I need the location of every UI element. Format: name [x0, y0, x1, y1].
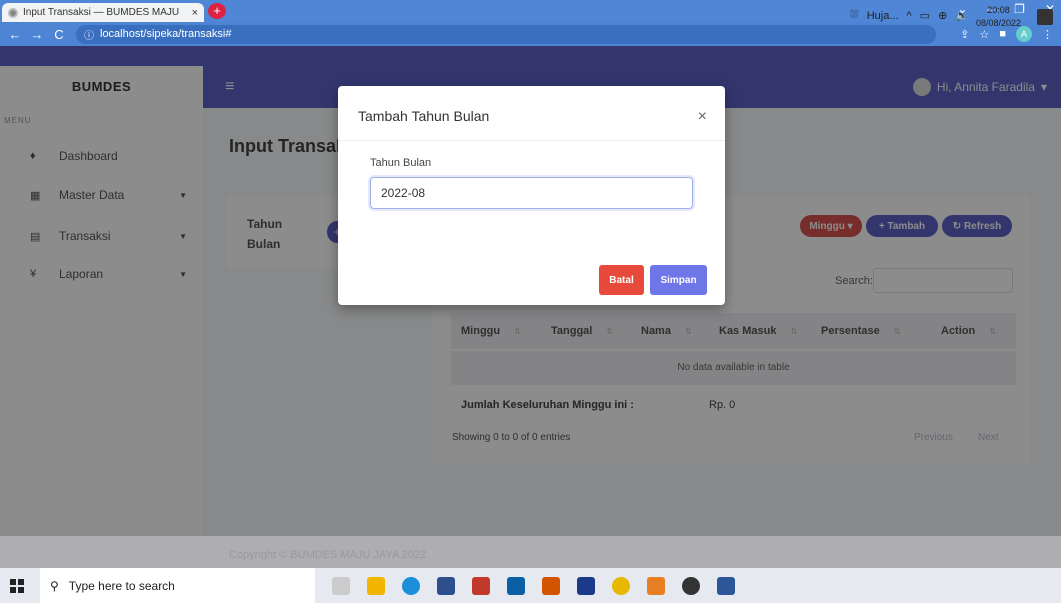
network-icon[interactable]: ⊕: [938, 9, 947, 22]
modal-backdrop-top[interactable]: [0, 46, 1061, 66]
edge-icon[interactable]: [402, 576, 420, 595]
reload-icon[interactable]: C: [52, 27, 66, 42]
address-bar-row: ← → C ⓘ localhost/sipeka/transaksi# ⇪ ☆ …: [0, 22, 1061, 46]
volume-icon[interactable]: 🔈: [955, 9, 969, 22]
tambah-tahun-bulan-modal: Tambah Tahun Bulan × Tahun Bulan 2022-08…: [338, 86, 725, 305]
store-icon[interactable]: [437, 576, 455, 595]
new-tab-button[interactable]: +: [208, 3, 226, 19]
clock-date: 08/08/2022: [975, 18, 1021, 28]
tab-close-icon[interactable]: ×: [192, 7, 198, 19]
close-icon[interactable]: ×: [698, 108, 707, 126]
footer-copyright: Copyright © BUMDES MAJU JAYA 2022: [229, 549, 427, 561]
notification-icon[interactable]: [1037, 9, 1053, 25]
url-field[interactable]: ⓘ localhost/sipeka/transaksi#: [76, 24, 936, 44]
tahun-bulan-field-label: Tahun Bulan: [370, 157, 432, 169]
media-icon[interactable]: [682, 576, 700, 595]
favicon-icon: [8, 7, 18, 18]
chrome-icon[interactable]: [612, 576, 630, 595]
battery-icon[interactable]: ▭: [920, 9, 930, 22]
modal-title: Tambah Tahun Bulan: [358, 108, 490, 124]
tahun-bulan-input[interactable]: 2022-08: [370, 177, 693, 209]
cancel-button[interactable]: Batal: [599, 265, 644, 295]
tab-title: Input Transaksi — BUMDES MAJU: [23, 7, 180, 18]
footer: [0, 536, 1061, 568]
share-icon[interactable]: ⇪: [960, 28, 969, 41]
photoshop-icon[interactable]: [577, 576, 595, 595]
mail-icon[interactable]: [507, 576, 525, 595]
taskbar-search-input[interactable]: ⚲ Type here to search: [40, 568, 315, 603]
app-icon[interactable]: [472, 576, 490, 595]
url-text: localhost/sipeka/transaksi#: [100, 28, 232, 40]
word-icon[interactable]: [717, 576, 735, 595]
powerpoint-icon[interactable]: [542, 576, 560, 595]
file-explorer-icon[interactable]: [367, 576, 385, 595]
weather-text[interactable]: Huja...: [867, 10, 899, 22]
chevron-up-icon[interactable]: ^: [907, 10, 912, 22]
weather-icon[interactable]: ⛆: [850, 9, 859, 22]
clock-time: 20:08: [987, 5, 1010, 15]
info-icon[interactable]: ⓘ: [84, 27, 94, 42]
taskbar-clock[interactable]: 20:08 08/08/2022: [976, 4, 1021, 30]
save-button[interactable]: Simpan: [650, 265, 707, 295]
back-icon[interactable]: ←: [8, 27, 22, 42]
windows-taskbar: ⚲ Type here to search: [0, 568, 1061, 603]
system-tray: ⛆ Huja... ^ ▭ ⊕ 🔈: [850, 9, 969, 22]
task-view-icon[interactable]: [332, 576, 350, 595]
windows-start-icon[interactable]: [10, 578, 24, 593]
taskbar-search-placeholder: Type here to search: [68, 578, 175, 593]
menu-kebab-icon[interactable]: ⋮: [1042, 28, 1053, 41]
browser-tab[interactable]: Input Transaksi — BUMDES MAJU ×: [2, 3, 204, 22]
modal-divider: [338, 140, 725, 141]
xampp-icon[interactable]: [647, 576, 665, 595]
forward-icon[interactable]: →: [30, 27, 44, 42]
search-icon: ⚲: [50, 578, 59, 593]
